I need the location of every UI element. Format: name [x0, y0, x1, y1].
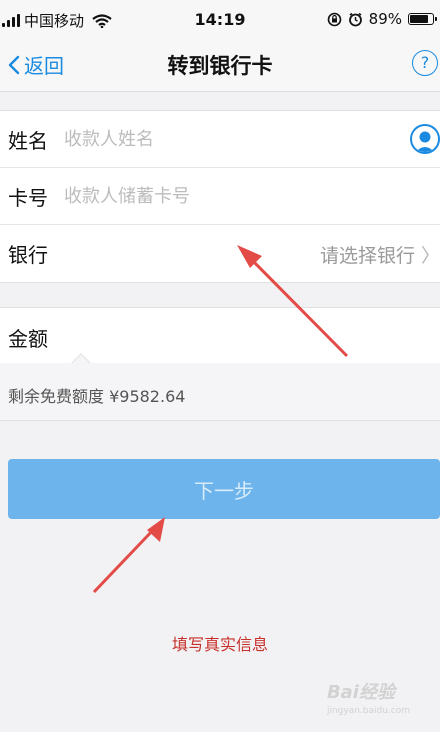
- bank-row[interactable]: 银行 请选择银行 〉: [0, 225, 440, 282]
- recipient-name-input[interactable]: [64, 128, 364, 150]
- page-title: 转到银行卡: [167, 54, 273, 78]
- amount-row[interactable]: 金额: [0, 307, 440, 373]
- free-quota-text: 剩余免费额度 ¥9582.64: [8, 387, 186, 406]
- name-row: 姓名: [0, 111, 440, 168]
- bank-label: 银行: [8, 243, 48, 267]
- free-quota-info: 剩余免费额度 ¥9582.64: [0, 363, 440, 421]
- watermark-url: jingyan.baidu.com: [326, 706, 410, 716]
- bank-select[interactable]: 请选择银行 〉: [320, 241, 440, 268]
- alarm-icon: [348, 12, 362, 26]
- battery-percent: 89%: [368, 10, 402, 28]
- bank-select-label: 请选择银行: [319, 245, 415, 267]
- transfer-to-card-screen: 中国移动 14:19 89% 返回 转到银行卡 ? 姓名 收款人姓名 卡号 收款…: [0, 0, 440, 732]
- annotation-text: 填写真实信息: [171, 635, 268, 654]
- name-label: 姓名: [8, 128, 48, 153]
- next-step-button[interactable]: 下一步: [8, 459, 440, 519]
- battery-icon: [408, 13, 437, 25]
- card-number-input[interactable]: [64, 185, 364, 207]
- navigation-bar: 返回 转到银行卡 ?: [0, 36, 440, 92]
- card-number-label: 卡号: [8, 185, 48, 210]
- rotation-lock-icon: [327, 12, 341, 26]
- card-number-row: 卡号: [0, 168, 440, 225]
- contact-picker-icon[interactable]: [410, 124, 440, 154]
- status-bar: 中国移动 14:19 89%: [0, 0, 440, 36]
- baidu-watermark: Bai经验 jingyan.baidu.com: [327, 678, 410, 716]
- arrow-to-next-button-icon: [92, 517, 165, 594]
- chevron-right-icon: 〉: [420, 245, 440, 267]
- watermark-brand: Bai经验: [326, 682, 395, 703]
- recipient-form: 姓名 卡号 银行 请选择银行 〉: [0, 110, 440, 283]
- amount-label: 金额: [8, 327, 48, 351]
- help-icon[interactable]: ?: [412, 50, 438, 76]
